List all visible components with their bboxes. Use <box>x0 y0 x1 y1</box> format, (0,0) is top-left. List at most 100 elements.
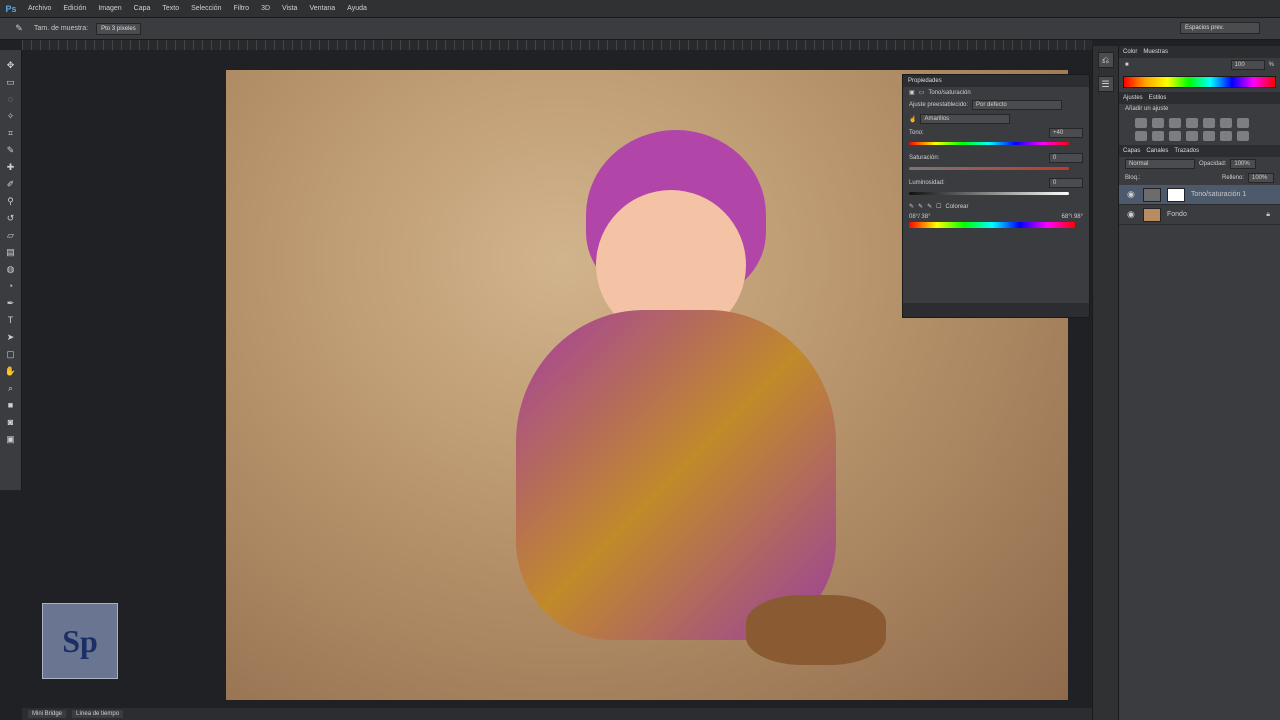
photoshop-logo: Ps <box>5 3 17 14</box>
photo-filter-icon[interactable] <box>1152 131 1164 141</box>
color-swatch-icon[interactable]: ■ <box>1125 62 1129 68</box>
preset-select[interactable]: Por defecto <box>972 100 1063 110</box>
eyedropper-tool-icon-2[interactable]: ✎ <box>4 143 18 157</box>
menu-3d[interactable]: 3D <box>255 5 276 12</box>
tab-swatches[interactable]: Muestras <box>1143 49 1168 55</box>
fill-value[interactable]: 100% <box>1248 173 1274 183</box>
menu-imagen[interactable]: Imagen <box>92 5 127 12</box>
lightness-value[interactable]: 0 <box>1049 178 1083 188</box>
tab-layers[interactable]: Capas <box>1123 148 1140 154</box>
hand-tool-icon[interactable]: ✋ <box>4 364 18 378</box>
range-row: ☝ Amarillos <box>903 112 1089 126</box>
blur-tool-icon[interactable]: ◍ <box>4 262 18 276</box>
quick-select-tool-icon[interactable]: ✧ <box>4 109 18 123</box>
menu-capa[interactable]: Capa <box>128 5 157 12</box>
path-select-tool-icon[interactable]: ➤ <box>4 330 18 344</box>
mask-icon: ▭ <box>918 90 925 96</box>
collapsed-panel-dock: ⎌ ☰ <box>1092 46 1118 720</box>
eraser-tool-icon[interactable]: ▱ <box>4 228 18 242</box>
bw-icon[interactable] <box>1135 131 1147 141</box>
menu-vista[interactable]: Vista <box>276 5 303 12</box>
menu-filtro[interactable]: Filtro <box>228 5 256 12</box>
color-balance-icon[interactable] <box>1237 118 1249 128</box>
pen-tool-icon[interactable]: ✒ <box>4 296 18 310</box>
eyedropper-icon[interactable]: ✎ <box>909 203 914 210</box>
healing-brush-tool-icon[interactable]: ✚ <box>4 160 18 174</box>
crop-tool-icon[interactable]: ⌗ <box>4 126 18 140</box>
layer-name[interactable]: Tono/saturación 1 <box>1191 191 1246 198</box>
color-spectrum[interactable] <box>1123 76 1276 88</box>
bottom-panel-tabs: Mini Bridge Línea de tiempo <box>22 708 1092 720</box>
history-brush-tool-icon[interactable]: ↺ <box>4 211 18 225</box>
tab-adjustments[interactable]: Ajustes <box>1123 95 1143 101</box>
lookup-icon[interactable] <box>1186 131 1198 141</box>
dodge-tool-icon[interactable]: ◔ <box>4 279 18 293</box>
history-panel-icon[interactable]: ⎌ <box>1097 52 1114 68</box>
invert-icon[interactable] <box>1203 131 1215 141</box>
posterize-icon[interactable] <box>1220 131 1232 141</box>
colorize-checkbox[interactable]: ☐ <box>936 203 941 210</box>
tab-paths[interactable]: Trazados <box>1174 148 1199 154</box>
blend-mode-select[interactable]: Normal <box>1125 159 1195 169</box>
workspace-select[interactable]: Espacios prev. <box>1180 22 1260 34</box>
hue-range-bar[interactable] <box>909 222 1075 228</box>
foreground-background-colors-icon[interactable]: ■ <box>4 398 18 412</box>
gradient-tool-icon[interactable]: ▤ <box>4 245 18 259</box>
channel-mixer-icon[interactable] <box>1169 131 1181 141</box>
marquee-tool-icon[interactable]: ▭ <box>4 75 18 89</box>
tab-styles[interactable]: Estilos <box>1149 95 1167 101</box>
right-panel-dock: Color Muestras ■ 100 % Ajustes Estilos A… <box>1118 46 1280 720</box>
eyedropper-plus-icon[interactable]: ✎ <box>918 203 923 210</box>
lasso-tool-icon[interactable]: ◌ <box>4 92 18 106</box>
range-select[interactable]: Amarillos <box>920 114 1011 124</box>
properties-footer <box>903 303 1089 317</box>
properties-panel: Propiedades ▣ ▭ Tono/saturación Ajuste p… <box>902 74 1090 318</box>
zoom-tool-icon[interactable]: ⌕ <box>4 381 18 395</box>
eye-icon[interactable]: ◉ <box>1127 189 1137 200</box>
menu-ayuda[interactable]: Ayuda <box>341 5 373 12</box>
saturation-value[interactable]: 0 <box>1049 153 1083 163</box>
shape-tool-icon[interactable]: ▢ <box>4 347 18 361</box>
color-value[interactable]: 100 <box>1230 60 1265 70</box>
layer-row-background[interactable]: ◉ Fondo 🔒︎ <box>1119 205 1280 225</box>
tab-color[interactable]: Color <box>1123 49 1137 55</box>
menu-bar: Ps Archivo Edición Imagen Capa Texto Sel… <box>0 0 1280 18</box>
saturation-slider[interactable] <box>909 167 1069 170</box>
menu-seleccion[interactable]: Selección <box>185 5 227 12</box>
type-tool-icon[interactable]: T <box>4 313 18 327</box>
tab-channels[interactable]: Canales <box>1146 148 1168 154</box>
color-percent: % <box>1268 62 1274 68</box>
threshold-icon[interactable] <box>1237 131 1249 141</box>
hue-value[interactable]: +40 <box>1049 128 1083 138</box>
vibrance-icon[interactable] <box>1203 118 1215 128</box>
menu-texto[interactable]: Texto <box>156 5 185 12</box>
screen-mode-icon[interactable]: ▣ <box>4 432 18 446</box>
brush-tool-icon[interactable]: ✐ <box>4 177 18 191</box>
targeted-adjustment-icon[interactable]: ☝ <box>909 116 916 123</box>
layer-mask-thumbnail[interactable] <box>1167 187 1185 202</box>
opacity-value[interactable]: 100% <box>1230 159 1257 169</box>
clone-stamp-tool-icon[interactable]: ⚲ <box>4 194 18 208</box>
eyedropper-tool-icon[interactable]: ✎ <box>12 22 26 36</box>
exposure-icon[interactable] <box>1186 118 1198 128</box>
tab-timeline[interactable]: Línea de tiempo <box>72 710 124 718</box>
sample-size-select[interactable]: Pto 3 píxeles <box>96 22 141 35</box>
quick-mask-icon[interactable]: ◙ <box>4 415 18 429</box>
layer-name-2[interactable]: Fondo <box>1167 211 1187 218</box>
levels-icon[interactable] <box>1152 118 1164 128</box>
hue-slider[interactable] <box>909 142 1069 145</box>
menu-archivo[interactable]: Archivo <box>22 5 57 12</box>
tab-mini-bridge[interactable]: Mini Bridge <box>28 710 67 718</box>
brightness-icon[interactable] <box>1135 118 1147 128</box>
eye-icon-2[interactable]: ◉ <box>1127 209 1137 220</box>
menu-ventana[interactable]: Ventana <box>303 5 341 12</box>
curves-icon[interactable] <box>1169 118 1181 128</box>
properties-panel-icon[interactable]: ☰ <box>1097 76 1114 92</box>
move-tool-icon[interactable]: ✥ <box>4 58 18 72</box>
eyedropper-minus-icon[interactable]: ✎ <box>927 203 932 210</box>
menu-edicion[interactable]: Edición <box>57 5 92 12</box>
lightness-slider[interactable] <box>909 192 1069 195</box>
hue-sat-icon[interactable] <box>1220 118 1232 128</box>
lock-row: Bloq.: Relleno: 100% <box>1119 171 1280 185</box>
layer-row-hue-sat[interactable]: ◉ Tono/saturación 1 <box>1119 185 1280 205</box>
